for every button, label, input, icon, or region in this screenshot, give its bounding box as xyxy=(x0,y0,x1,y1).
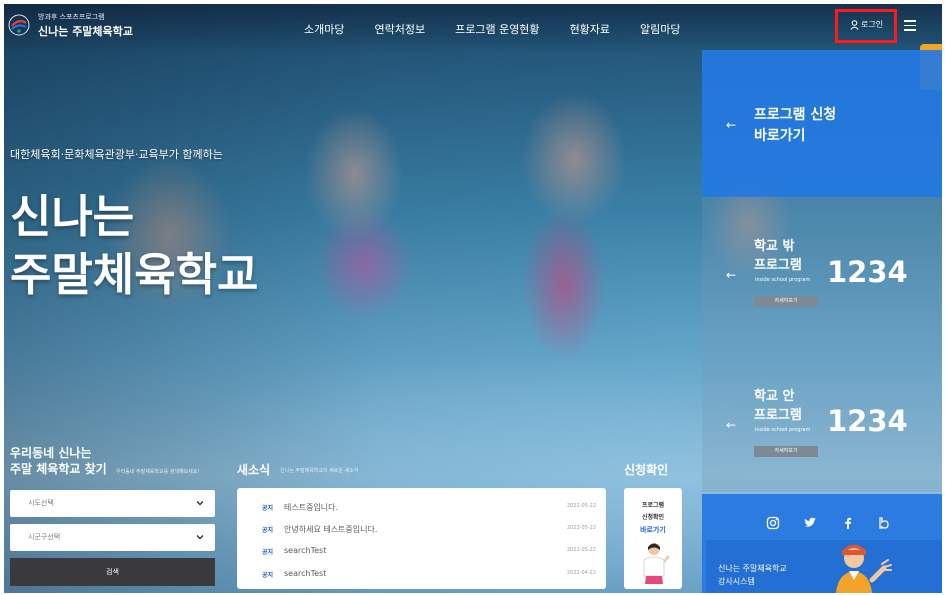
outside-program-detail-button[interactable]: 자세히보기 xyxy=(754,296,818,307)
find-school-desc: 우리동네 주말체육학교를 검색해보세요! xyxy=(116,469,200,475)
news-item[interactable]: 공지 searchTest 2022-04-22 xyxy=(237,564,606,584)
program-stats-panel xyxy=(702,197,942,492)
arrow-left-icon: ← xyxy=(726,418,737,432)
hero-title-line1: 신나는 xyxy=(10,190,135,243)
news-item[interactable]: 공지 안녕하세요 테스트중입니다. 2022-05-22 xyxy=(237,519,606,539)
logo-subtitle: 방과후 스포츠프로그램 xyxy=(38,13,105,21)
confirm-title: 신청확인 xyxy=(624,463,669,477)
sido-select[interactable]: 시도선택 xyxy=(10,490,215,517)
hero-title: 신나는 주말체육학교 xyxy=(10,188,258,304)
logo-title: 신나는 주말체육학교 xyxy=(38,25,133,38)
news-list: 공지 테스트중입니다. 2022-05-22 공지 안녕하세요 테스트중입니다.… xyxy=(237,488,606,589)
news-item[interactable]: 공지 searchTest 2022-05-22 xyxy=(237,541,606,561)
page: 방과후 스포츠프로그램 신나는 주말체육학교 소개마당 연락처정보 프로그램 운… xyxy=(4,4,942,593)
apply-confirm-card[interactable]: 프로그램 신청확인 바로가기 xyxy=(624,488,682,589)
site-logo[interactable]: 방과후 스포츠프로그램 신나는 주말체육학교 xyxy=(8,8,158,42)
instructor-illustration-icon xyxy=(836,544,892,593)
nav-program-status[interactable]: 프로그램 운영현황 xyxy=(455,21,539,37)
news-title: 새소식 xyxy=(237,463,271,477)
news-desc: 신나는 주말체육학교의 새로운 새소식 xyxy=(280,468,359,474)
inside-program-sub: inside school program xyxy=(755,427,811,433)
outside-program-sub: inside school program xyxy=(755,277,811,283)
outside-program-count: 1234 xyxy=(827,255,908,289)
blog-icon[interactable] xyxy=(877,516,891,530)
arrow-left-icon: ← xyxy=(726,268,737,282)
chevron-down-icon xyxy=(196,535,204,540)
menu-icon[interactable] xyxy=(904,20,916,32)
instructor-system-text[interactable]: 신나는 주말체육학교 강사시스템 xyxy=(718,562,787,588)
twitter-icon[interactable] xyxy=(803,516,817,530)
find-school-title: 우리동네 신나는 주말 체육학교 찾기 xyxy=(10,446,107,476)
user-icon xyxy=(850,19,859,30)
nav-notice[interactable]: 알림마당 xyxy=(640,21,680,37)
confirm-link: 바로가기 xyxy=(640,526,666,534)
main-nav: 소개마당 연락처정보 프로그램 운영현황 현황자료 알림마당 xyxy=(304,21,711,37)
hero-title-line2: 주말체육학교 xyxy=(10,248,259,301)
facebook-icon[interactable] xyxy=(841,516,855,530)
logo-mark-icon xyxy=(8,14,30,36)
inside-program-title: 학교 안 프로그램 xyxy=(754,389,802,423)
nav-contact[interactable]: 연락처정보 xyxy=(374,21,425,37)
student-illustration-icon xyxy=(643,543,670,584)
chevron-down-icon xyxy=(196,501,204,506)
inside-program-count: 1234 xyxy=(827,404,908,438)
search-button[interactable]: 검색 xyxy=(10,558,215,586)
login-label: 로그인 xyxy=(861,20,884,29)
login-button[interactable]: 로그인 xyxy=(850,19,883,30)
hero-subtitle: 대한체육회·문화체육관광부·교육부가 함께하는 xyxy=(10,148,223,161)
nav-intro[interactable]: 소개마당 xyxy=(304,21,344,37)
arrow-left-icon: ← xyxy=(726,118,737,132)
news-item[interactable]: 공지 테스트중입니다. 2022-05-22 xyxy=(237,497,606,517)
sigungu-select[interactable]: 시군구선택 xyxy=(10,524,215,551)
nav-data[interactable]: 현황자료 xyxy=(570,21,610,37)
program-apply-title[interactable]: 프로그램 신청 바로가기 xyxy=(754,105,836,147)
inside-program-detail-button[interactable]: 자세히보기 xyxy=(754,446,818,457)
outside-program-title: 학교 밖 프로그램 xyxy=(754,239,802,273)
instagram-icon[interactable] xyxy=(766,516,780,530)
